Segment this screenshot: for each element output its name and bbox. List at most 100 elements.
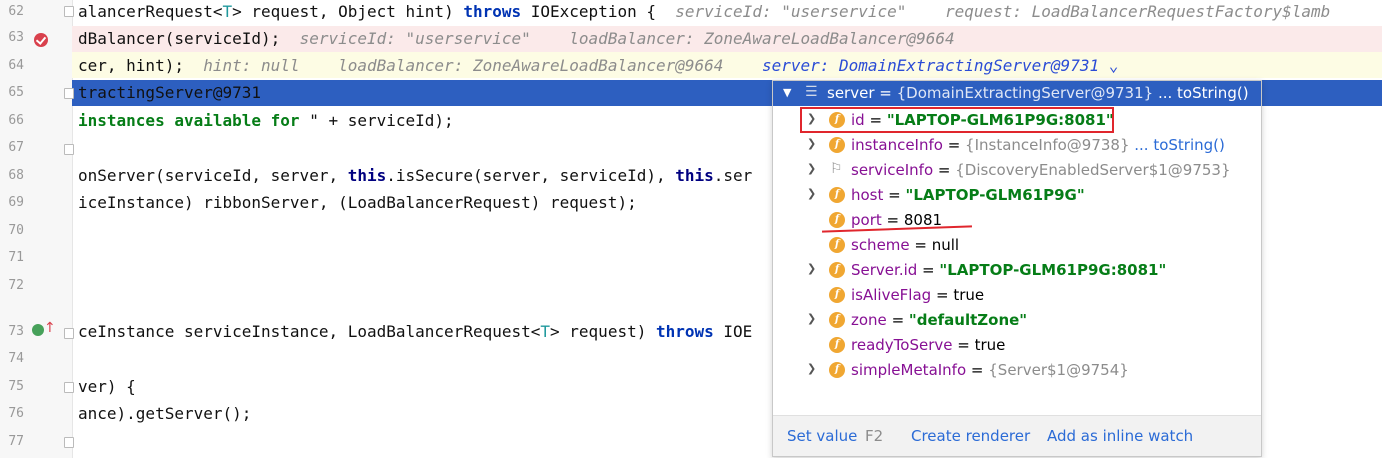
- equals-sign: =: [909, 236, 932, 254]
- field-value: "LAPTOP-GLM61P9G:8081": [939, 261, 1167, 279]
- chevron-right-icon[interactable]: ❯: [807, 312, 816, 325]
- fold-marker-icon[interactable]: [64, 382, 74, 393]
- popup-footer: Set value F2 Create renderer Add as inli…: [773, 415, 1261, 456]
- field-value: "defaultZone": [908, 311, 1028, 329]
- list-icon: ☰: [805, 84, 818, 100]
- code-line-69[interactable]: iceInstance) ribbonServer, (LoadBalancer…: [78, 193, 637, 212]
- chevron-down-icon[interactable]: ⌄: [1099, 56, 1119, 75]
- chevron-right-icon[interactable]: ❯: [807, 187, 816, 200]
- field-text: scheme = null: [851, 236, 959, 254]
- field-name: scheme: [851, 236, 910, 254]
- chevron-right-icon[interactable]: ❯: [807, 362, 816, 375]
- equals-sign: =: [886, 311, 909, 329]
- code-line-73[interactable]: ceInstance serviceInstance, LoadBalancer…: [78, 322, 752, 341]
- chevron-down-icon[interactable]: ▼: [783, 86, 791, 99]
- field-row[interactable]: f readyToServe = true: [773, 333, 1261, 358]
- line-number: 76: [8, 406, 24, 421]
- field-text: host = "LAPTOP-GLM61P9G": [851, 186, 1085, 204]
- fold-marker-icon[interactable]: [64, 437, 74, 448]
- code-line-68[interactable]: onServer(serviceId, server, this.isSecur…: [78, 166, 752, 185]
- code-line-75[interactable]: ver) {: [78, 377, 136, 396]
- line-number: 63: [8, 30, 24, 45]
- code-text: dBalancer(serviceId);: [78, 29, 281, 48]
- field-name: serviceInfo: [851, 161, 934, 179]
- field-name: port: [851, 211, 882, 229]
- override-arrow-icon[interactable]: ↑: [44, 320, 56, 336]
- line-number: 77: [8, 434, 24, 449]
- popup-header-row[interactable]: ▼ ☰ server = {DomainExtractingServer@973…: [773, 81, 1261, 106]
- code-text: tractingServer@9731: [78, 83, 262, 102]
- shortcut-hint: F2: [865, 427, 884, 445]
- field-text: simpleMetaInfo = {Server$1@9754}: [851, 361, 1129, 379]
- field-row[interactable]: ❯ f simpleMetaInfo = {Server$1@9754}: [773, 358, 1261, 383]
- line-number: 69: [8, 195, 24, 210]
- debug-value-popup[interactable]: ▼ ☰ server = {DomainExtractingServer@973…: [772, 80, 1262, 457]
- chevron-right-icon[interactable]: ❯: [807, 137, 816, 150]
- field-row[interactable]: ❯ f zone = "defaultZone": [773, 308, 1261, 333]
- inline-debug-hint: serviceId: "userservice" request: LoadBa…: [675, 2, 1331, 21]
- code-text: iceInstance) ribbonServer, (LoadBalancer…: [78, 193, 637, 212]
- field-text: isAliveFlag = true: [851, 286, 984, 304]
- fold-marker-icon[interactable]: [64, 144, 74, 155]
- line-number: 65: [8, 85, 24, 100]
- field-icon: f: [829, 187, 845, 203]
- generic-type: T: [222, 2, 233, 21]
- field-row[interactable]: ❯ ⚐ serviceInfo = {DiscoveryEnabledServer$…: [773, 158, 1261, 183]
- tostring-link[interactable]: ... toString(): [1130, 136, 1225, 154]
- field-name: readyToServe: [851, 336, 953, 354]
- field-value: true: [974, 336, 1006, 354]
- field-icon: f: [829, 287, 845, 303]
- equals-sign: =: [933, 161, 956, 179]
- code-text: cer, hint);: [78, 56, 184, 75]
- field-row[interactable]: f scheme = null: [773, 233, 1261, 258]
- add-inline-watch-link[interactable]: Add as inline watch: [1047, 427, 1193, 445]
- keyword: this: [347, 166, 387, 185]
- create-renderer-link[interactable]: Create renderer: [911, 427, 1030, 445]
- field-row[interactable]: ❯ f Server.id = "LAPTOP-GLM61P9G:8081": [773, 258, 1261, 283]
- code-line-76[interactable]: ance).getServer();: [78, 404, 251, 423]
- tostring-link[interactable]: toString(): [1177, 84, 1249, 102]
- fold-marker-icon[interactable]: [64, 88, 74, 99]
- line-number: 72: [8, 278, 24, 293]
- inline-debug-hint: serviceId: "userservice" loadBalancer: Z…: [299, 29, 955, 48]
- equals-sign: =: [942, 136, 966, 154]
- equals-sign: =: [883, 186, 906, 204]
- keyword: throws: [463, 2, 522, 21]
- code-line-66[interactable]: instances available for " + serviceId);: [78, 111, 454, 130]
- line-number: 67: [8, 140, 24, 155]
- set-value-link[interactable]: Set value: [787, 427, 857, 445]
- code-line-62[interactable]: alancerRequest<T> request, Object hint) …: [78, 2, 1330, 21]
- code-text: .isSecure(server, serviceId),: [386, 166, 676, 185]
- code-text: onServer(serviceId, server,: [78, 166, 348, 185]
- fold-marker-icon[interactable]: [64, 328, 74, 339]
- code-text: ver) {: [78, 377, 136, 396]
- field-icon: f: [829, 212, 845, 228]
- implementing-method-icon[interactable]: [32, 324, 44, 336]
- field-value: true: [953, 286, 985, 304]
- field-icon: f: [829, 337, 845, 353]
- annotation-highlight-box: [800, 107, 1114, 133]
- code-line-63[interactable]: dBalancer(serviceId); serviceId: "userse…: [78, 29, 955, 48]
- breakpoint-icon[interactable]: [34, 33, 48, 47]
- code-text: .ser: [713, 166, 753, 185]
- code-line-65[interactable]: tractingServer@9731: [78, 83, 261, 102]
- fold-marker-icon[interactable]: [64, 6, 74, 17]
- inline-debug-hint-server[interactable]: server: DomainExtractingServer@9731: [762, 56, 1099, 75]
- equals-sign: =: [881, 211, 904, 229]
- ellipsis: ...: [1153, 84, 1178, 102]
- line-number: 70: [8, 223, 24, 238]
- field-icon: f: [829, 312, 845, 328]
- equals-sign: =: [966, 361, 989, 379]
- field-row[interactable]: ❯ f instanceInfo = {InstanceInfo@9738} ...…: [773, 133, 1261, 158]
- field-row[interactable]: ❯ f host = "LAPTOP-GLM61P9G": [773, 183, 1261, 208]
- keyword: throws: [655, 322, 714, 341]
- line-number: 64: [8, 58, 24, 73]
- code-line-64[interactable]: cer, hint); hint: null loadBalancer: Zon…: [78, 56, 1118, 75]
- field-row[interactable]: f isAliveFlag = true: [773, 283, 1261, 308]
- equals-sign: =: [917, 261, 940, 279]
- chevron-right-icon[interactable]: ❯: [807, 162, 816, 175]
- field-name: zone: [851, 311, 887, 329]
- chevron-right-icon[interactable]: ❯: [807, 262, 816, 275]
- code-text: IOE: [713, 322, 753, 341]
- field-name: host: [851, 186, 884, 204]
